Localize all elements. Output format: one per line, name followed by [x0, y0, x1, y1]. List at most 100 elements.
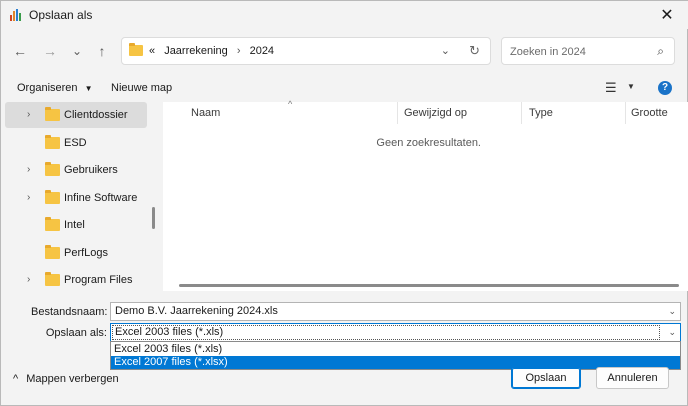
file-type-select[interactable]: Excel 2003 files (*.xls) ⌄	[110, 323, 681, 342]
file-type-dropdown-list: Excel 2003 files (*.xls) Excel 2007 file…	[110, 341, 681, 370]
breadcrumb-jaarrekening[interactable]: Jaarrekening	[164, 45, 228, 57]
navigation-pane: › Clientdossier ESD › Gebruikers › Infin…	[1, 102, 158, 291]
sidebar-item-esd[interactable]: ESD	[5, 130, 147, 156]
help-icon: ?	[661, 82, 669, 93]
column-header-name[interactable]: Naam	[191, 107, 220, 119]
chevron-right-icon[interactable]: ›	[27, 192, 30, 203]
save-as-dialog: Opslaan als ✕ ← → ⌄ ↑ « Jaarrekening › 2…	[0, 0, 688, 406]
breadcrumb-2024[interactable]: 2024	[250, 45, 274, 57]
chevron-right-icon[interactable]: ›	[27, 164, 30, 175]
horizontal-scrollbar[interactable]	[179, 284, 679, 287]
sidebar-item-label: Intel	[64, 219, 85, 231]
view-options-button[interactable]: ☰	[605, 80, 617, 96]
file-list: Naam ^ Gewijzigd op Type Grootte Geen zo…	[163, 99, 688, 291]
chevron-down-icon[interactable]: ⌄	[668, 306, 676, 317]
arrow-up-icon: ↑	[98, 43, 106, 59]
file-type-option-xls[interactable]: Excel 2003 files (*.xls)	[111, 343, 680, 356]
search-input[interactable]: Zoeken in 2024 ⌕	[501, 37, 675, 65]
sidebar-item-label: Gebruikers	[64, 164, 118, 176]
chevron-right-icon[interactable]: ›	[27, 109, 30, 120]
excel-app-icon	[10, 9, 22, 21]
breadcrumb-separator-icon: ›	[236, 45, 241, 57]
filename-value: Demo B.V. Jaarrekening 2024.xls	[115, 305, 278, 317]
command-toolbar: Organiseren ▼ Nieuwe map ☰ ▼ ?	[1, 73, 688, 103]
saveas-label: Opslaan als:	[45, 327, 107, 339]
new-folder-button[interactable]: Nieuwe map	[111, 82, 172, 94]
sidebar-item-clientdossier[interactable]: › Clientdossier	[5, 102, 147, 128]
column-divider[interactable]	[521, 102, 522, 124]
file-type-value: Excel 2003 files (*.xls)	[115, 326, 224, 338]
chevron-down-icon[interactable]: ⌄	[668, 327, 676, 338]
cancel-button[interactable]: Annuleren	[596, 367, 669, 389]
view-dropdown-button[interactable]: ▼	[627, 82, 635, 91]
recent-locations-button[interactable]: ⌄	[66, 40, 88, 62]
search-icon: ⌕	[657, 44, 664, 58]
list-view-icon: ☰	[605, 80, 617, 95]
chevron-down-icon: ⌄	[71, 44, 83, 58]
hide-folders-toggle[interactable]: ^ Mappen verbergen	[13, 373, 119, 385]
breadcrumb: « Jaarrekening › 2024	[149, 45, 274, 57]
column-label: Naam	[191, 107, 221, 119]
folder-icon	[45, 162, 60, 176]
close-button[interactable]: ✕	[645, 1, 688, 29]
save-button[interactable]: Opslaan	[511, 367, 581, 389]
up-button[interactable]: ↑	[91, 40, 113, 62]
organize-button[interactable]: Organiseren ▼	[17, 82, 93, 94]
sidebar-item-intel[interactable]: Intel	[5, 212, 147, 238]
folder-icon	[45, 135, 60, 149]
sort-ascending-icon: ^	[288, 99, 293, 109]
column-header-modified[interactable]: Gewijzigd op	[404, 107, 467, 119]
folder-icon	[129, 43, 143, 56]
caret-down-icon: ▼	[627, 82, 635, 91]
chevron-right-icon[interactable]: ›	[27, 274, 30, 285]
column-label: Gewijzigd op	[404, 107, 467, 119]
filename-label: Bestandsnaam:	[31, 306, 108, 318]
cancel-button-label: Annuleren	[607, 372, 658, 384]
sidebar-item-label: ESD	[64, 137, 87, 149]
address-bar[interactable]: « Jaarrekening › 2024 ⌄ ↻	[121, 37, 491, 65]
filename-field[interactable]: Demo B.V. Jaarrekening 2024.xls ⌄	[110, 302, 681, 321]
caret-down-icon: ▼	[84, 84, 93, 93]
folder-icon	[45, 272, 60, 286]
sidebar-item-label: PerfLogs	[64, 247, 109, 259]
window-title: Opslaan als	[29, 8, 93, 22]
new-folder-label: Nieuwe map	[111, 82, 173, 94]
column-label: Type	[529, 107, 553, 119]
chevron-down-icon: ⌄	[440, 45, 450, 57]
help-button[interactable]: ?	[658, 81, 672, 95]
breadcrumb-overflow[interactable]: «	[149, 45, 155, 57]
address-history-dropdown[interactable]: ⌄	[441, 44, 450, 57]
column-header-type[interactable]: Type	[529, 107, 553, 119]
sidebar-item-label: Program Files	[64, 274, 133, 286]
sidebar-item-label: Infine Software	[64, 192, 138, 204]
forward-button[interactable]: →	[39, 40, 61, 62]
organize-label: Organiseren	[17, 82, 78, 94]
arrow-right-icon: →	[43, 43, 57, 59]
refresh-icon: ↻	[469, 43, 480, 58]
folder-icon	[45, 107, 60, 121]
arrow-left-icon: ←	[13, 43, 27, 59]
back-button[interactable]: ←	[9, 40, 31, 62]
folder-icon	[45, 190, 60, 204]
column-divider[interactable]	[397, 102, 398, 124]
navigation-bar: ← → ⌄ ↑ « Jaarrekening › 2024 ⌄ ↻ Zoeken…	[1, 29, 688, 73]
sidebar-item-gebruikers[interactable]: › Gebruikers	[5, 157, 147, 183]
navigation-scrollbar[interactable]	[152, 207, 155, 229]
column-label: Grootte	[631, 107, 668, 119]
sidebar-item-label: Clientdossier	[64, 109, 128, 121]
column-divider[interactable]	[625, 102, 626, 124]
chevron-up-icon: ^	[13, 373, 19, 385]
hide-folders-label: Mappen verbergen	[26, 373, 119, 385]
folder-icon	[45, 217, 60, 231]
refresh-button[interactable]: ↻	[469, 43, 480, 59]
close-icon: ✕	[660, 7, 674, 24]
file-type-option-xlsx[interactable]: Excel 2007 files (*.xlsx)	[111, 356, 680, 369]
sidebar-item-infine-software[interactable]: › Infine Software	[5, 185, 147, 211]
column-header-size[interactable]: Grootte	[631, 107, 668, 119]
search-placeholder: Zoeken in 2024	[510, 46, 586, 58]
sidebar-item-perflogs[interactable]: PerfLogs	[5, 240, 147, 266]
sidebar-item-program-files[interactable]: › Program Files	[5, 267, 147, 291]
folder-icon	[45, 245, 60, 259]
save-button-label: Opslaan	[525, 372, 567, 384]
empty-message: Geen zoekresultaten.	[376, 137, 481, 149]
